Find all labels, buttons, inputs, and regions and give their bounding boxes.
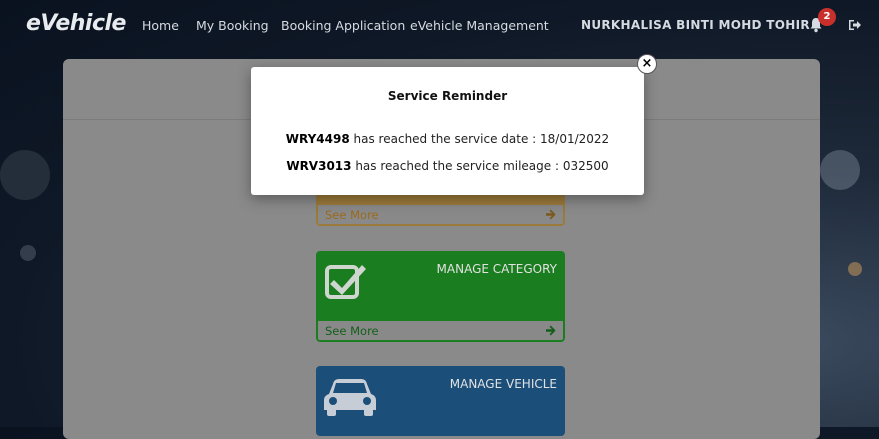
- close-icon[interactable]: ×: [637, 54, 657, 74]
- reminder-line-2: WRV3013 has reached the service mileage …: [251, 159, 644, 173]
- reminder-line-1: WRY4498 has reached the service date : 1…: [251, 132, 644, 146]
- reminder-text: has reached the service date : 18/01/202…: [349, 132, 610, 146]
- modal-backdrop[interactable]: [0, 0, 879, 427]
- reminder-text: has reached the service mileage : 032500: [351, 159, 609, 173]
- service-reminder-modal: Service Reminder WRY4498 has reached the…: [251, 67, 644, 195]
- vehicle-plate: WRV3013: [286, 159, 352, 173]
- vehicle-plate: WRY4498: [285, 132, 350, 146]
- modal-title: Service Reminder: [387, 89, 508, 103]
